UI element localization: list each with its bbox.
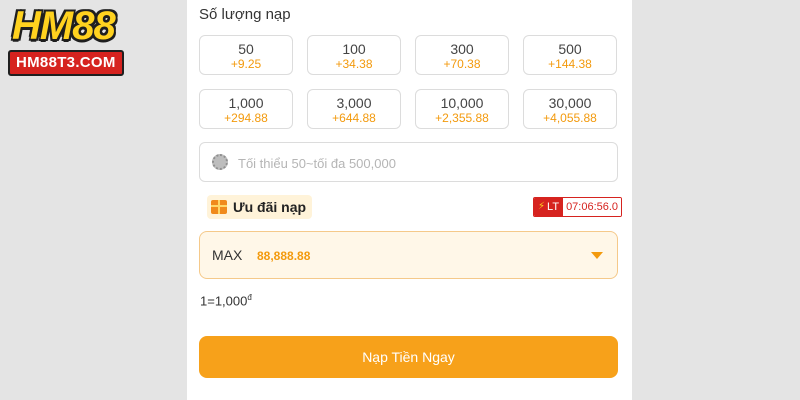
amount-input[interactable] [236, 151, 610, 175]
timer-badge-label: LT [547, 201, 560, 213]
amount-bonus: +9.25 [230, 57, 262, 71]
offer-select[interactable]: MAX 88,888.88 [199, 231, 618, 279]
amount-option[interactable]: 300 +70.38 [415, 35, 509, 75]
gift-icon [211, 200, 227, 214]
logo-domain-text: HM88T3.COM [8, 50, 124, 76]
deposit-now-button[interactable]: Nạp Tiền Ngay [199, 336, 618, 378]
amount-value: 30,000 [548, 95, 592, 111]
promo-tag: Ưu đãi nạp [207, 195, 313, 219]
timer-value: 07:06:56.0 [563, 198, 622, 216]
amount-bonus: +644.88 [332, 111, 376, 125]
logo-main-text: HM88 [12, 4, 116, 48]
amount-value: 500 [558, 41, 582, 57]
amount-bonus: +4,055.88 [543, 111, 597, 125]
amount-option[interactable]: 3,000 +644.88 [307, 89, 401, 129]
amount-bonus: +34.38 [335, 57, 373, 71]
deposit-panel: Số lượng nạp 50 +9.25 100 +34.38 300 +70… [187, 0, 632, 400]
currency-symbol: đ [247, 293, 252, 302]
promo-label: Ưu đãi nạp [233, 199, 307, 215]
countdown-timer: ⚡ LT 07:06:56.0 [533, 197, 623, 217]
section-title: Số lượng nạp [199, 6, 291, 23]
amount-option[interactable]: 500 +144.38 [523, 35, 617, 75]
logo: HM88 HM88T3.COM [6, 4, 136, 76]
amount-option[interactable]: 50 +9.25 [199, 35, 293, 75]
amount-value: 3,000 [336, 95, 372, 111]
offer-select-value: 88,888.88 [257, 249, 311, 263]
amount-value: 10,000 [440, 95, 484, 111]
amount-value: 50 [238, 41, 254, 57]
amount-bonus: +294.88 [224, 111, 268, 125]
amount-bonus: +70.38 [443, 57, 481, 71]
amount-bonus: +2,355.88 [435, 111, 489, 125]
lightning-icon: ⚡ [538, 201, 546, 212]
amount-value: 100 [342, 41, 366, 57]
exchange-rate-text: 1=1,000 [200, 293, 248, 309]
amount-option[interactable]: 10,000 +2,355.88 [415, 89, 509, 129]
amount-option[interactable]: 30,000 +4,055.88 [523, 89, 617, 129]
offer-select-prefix: MAX [212, 247, 243, 263]
chevron-down-icon[interactable] [591, 252, 603, 259]
amount-input-box[interactable] [199, 142, 618, 182]
amount-value: 300 [450, 41, 474, 57]
amount-bonus: +144.38 [548, 57, 592, 71]
amount-value: 1,000 [228, 95, 264, 111]
timer-badge: ⚡ LT [534, 198, 564, 216]
exchange-rate: 1=1,000đ [200, 293, 252, 308]
amount-option[interactable]: 1,000 +294.88 [199, 89, 293, 129]
coin-icon [212, 154, 228, 170]
amount-option[interactable]: 100 +34.38 [307, 35, 401, 75]
